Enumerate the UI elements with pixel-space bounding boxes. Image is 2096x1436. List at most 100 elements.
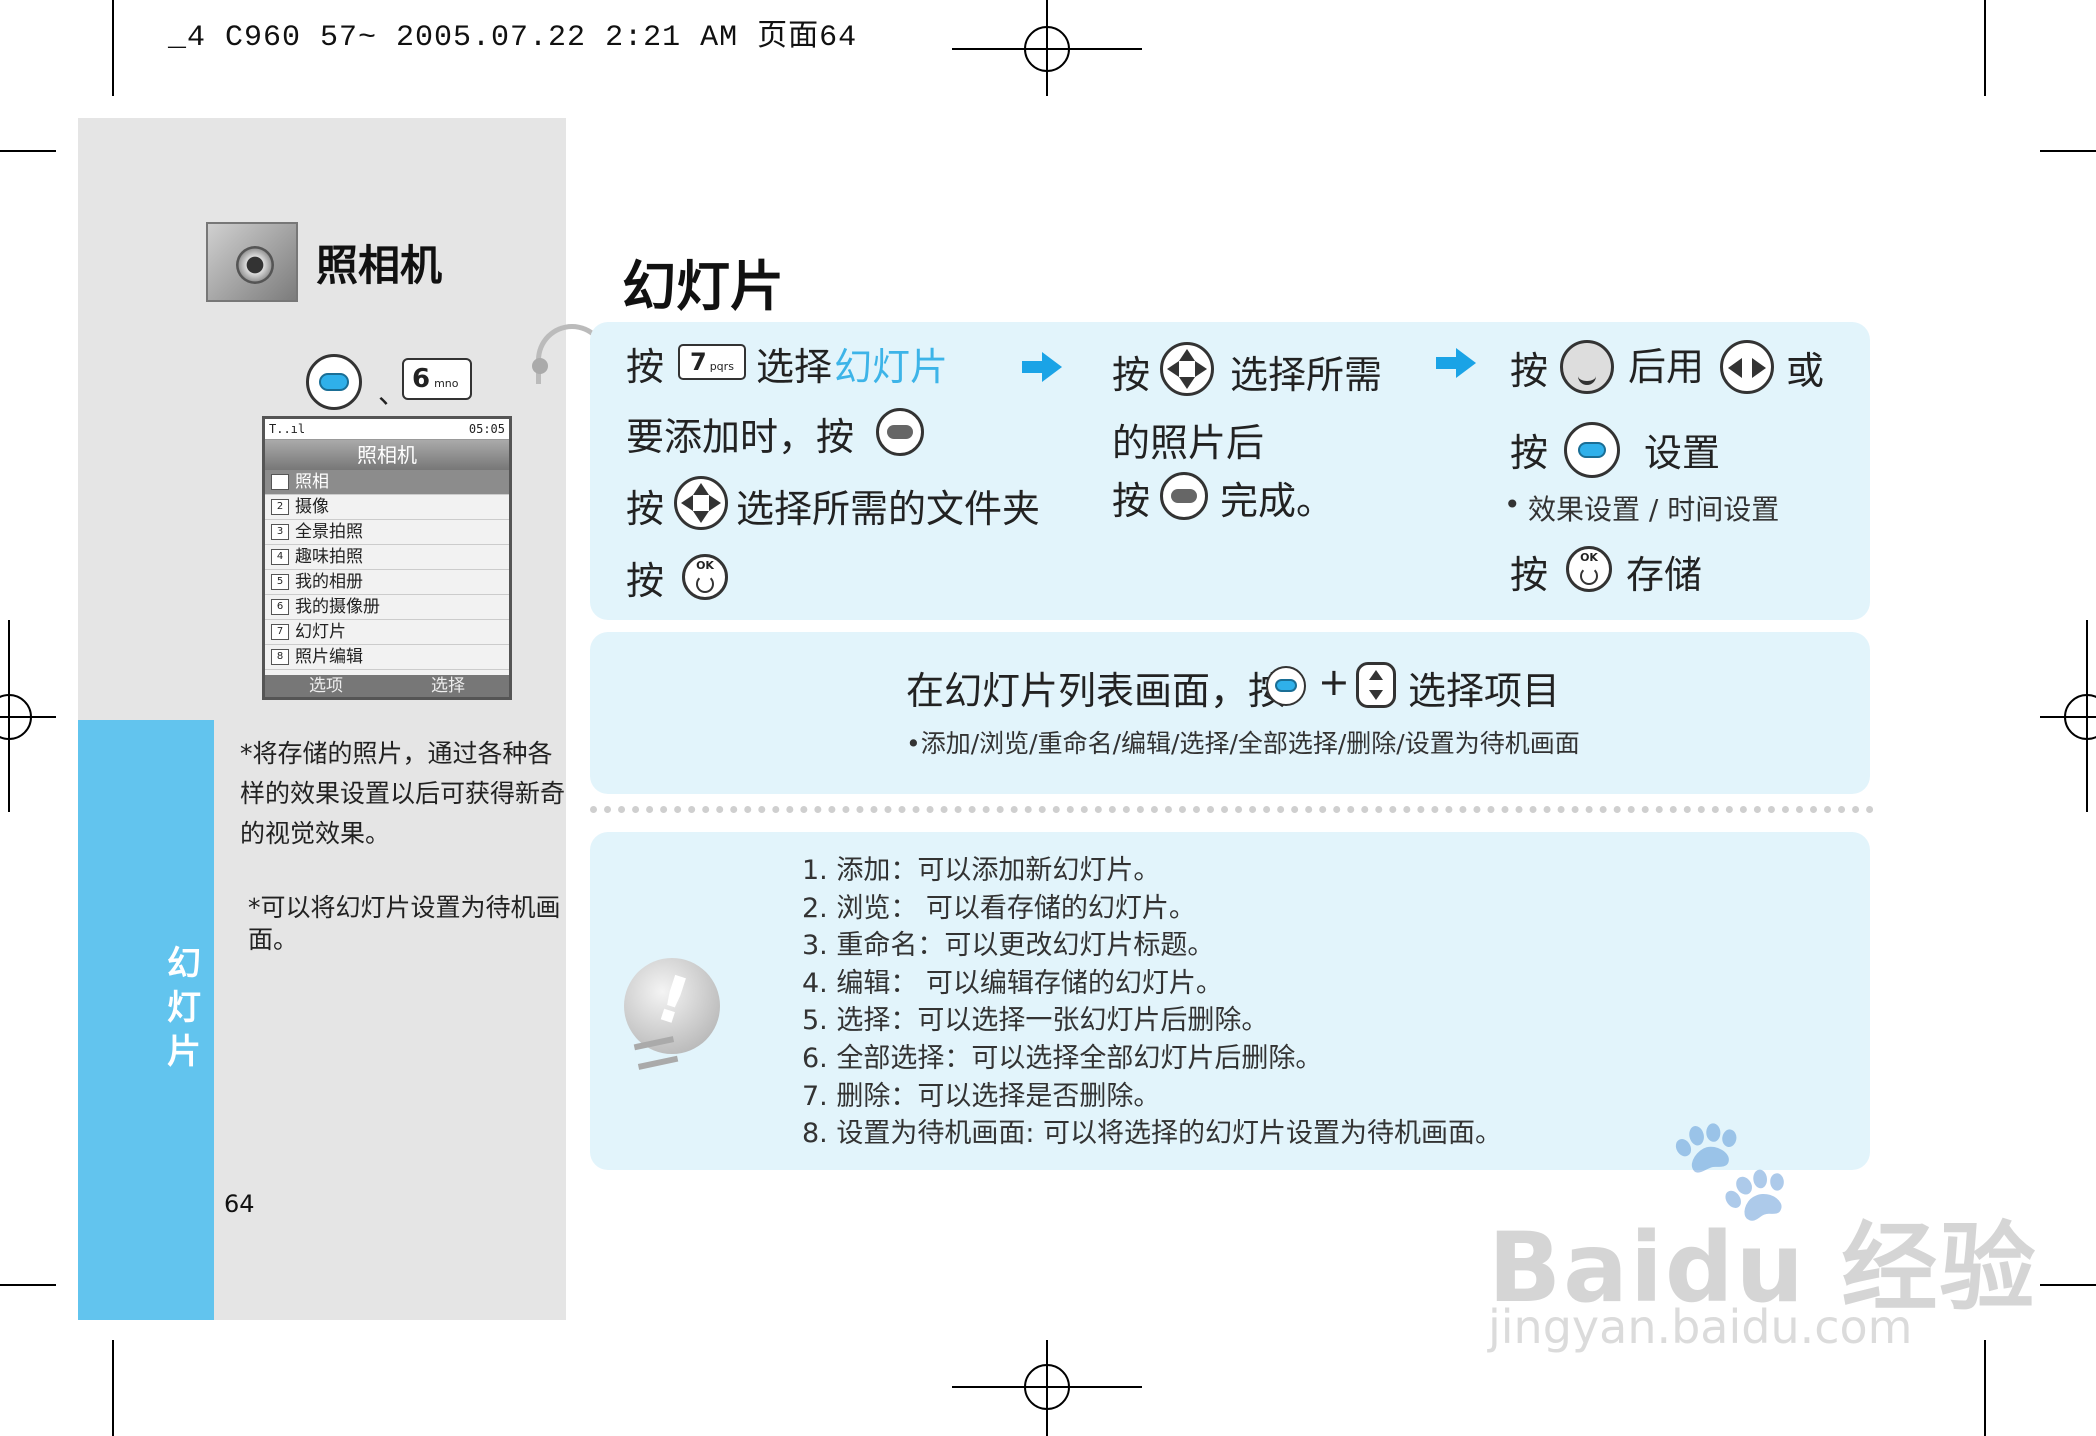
select-folder-text: 选择所需的文件夹 [736,487,1041,531]
press-text: 按 [1510,553,1549,597]
menu-item-number: 2 [271,499,289,515]
note-bullet: * [240,739,253,768]
arrow-right-icon [1022,352,1062,382]
key-6-icon: 6 mno [402,358,472,400]
print-header: _4 C960 57~ 2005.07.22 2:21 AM 页面64 [168,21,858,55]
ok-key-icon: OK [682,554,728,600]
crop-mark [2040,150,2096,152]
crop-mark [112,0,114,96]
clock: 05:05 [468,422,505,436]
registration-mark [0,694,32,740]
after-photo-text: 的照片后 [1112,421,1265,465]
list-item: 6. 全部选择：可以选择全部幻灯片后删除。 [802,1042,1323,1074]
sidebar-note: *可以将幻灯片设置为待机画面。 [248,892,566,956]
list-item: 7. 删除：可以选择是否删除。 [802,1080,1161,1112]
nav-key-icon [1160,342,1214,396]
page-title: 幻灯片 [622,255,784,318]
list-item: 4. 编辑： 可以编辑存储的幻灯片。 [802,967,1223,999]
press-text: 按 [1510,349,1549,393]
phone-screen-title: 照相机 [265,440,509,470]
menu-item-label: 照相 [295,472,329,492]
key-6-label: 6 [412,364,431,394]
menu-item[interactable]: 6 我的摄像册 [265,595,509,620]
menu-key-icon [1564,422,1620,478]
list-item: 8. 设置为待机画面: 可以将选择的幻灯片设置为待机画面。 [802,1118,1503,1150]
note-text: 将存储的照片，通过各种各样的效果设置以后可获得新奇的视觉效果。 [240,739,566,848]
menu-item[interactable]: 4 趣味拍照 [265,545,509,570]
registration-mark [1024,26,1070,72]
menu-item-label: 摄像 [295,497,329,517]
bullet: • [1504,488,1521,521]
watermark-url: jingyan.baidu.com [1488,1300,1913,1354]
select-text: 选择 [756,345,833,389]
camera-icon [206,222,298,302]
menu-item-label: 幻灯片 [295,622,346,642]
key-6-sub: mno [434,377,459,390]
list-item: 1. 添加：可以添加新幻灯片。 [802,855,1161,886]
menu-item-label: 我的相册 [295,572,363,592]
softkey-bar: 选项 选择 [265,675,509,697]
menu-key-icon [1266,666,1306,706]
menu-item-number: 7 [271,624,289,640]
key-7-sub: pqrs [709,360,734,373]
press-text: 按 [626,559,665,603]
crop-mark [1984,0,1986,96]
list-line-text: 在幻灯片列表画面，按 [906,669,1287,713]
key-7-icon: 7 pqrs [678,344,746,380]
signal-indicator: T..ıl [269,422,306,436]
softkey-left[interactable]: 选项 [309,675,343,697]
menu-item-number: 8 [271,649,289,665]
note-bullet: * [248,893,261,922]
up-down-key-icon [1356,662,1396,708]
steps-panel: 按 7 pqrs 选择 幻灯片 要添加时，按 按 选择所需的文件夹 按 OK 按 … [590,322,1870,620]
watermark: 🐾 Baidu 经验 jingyan.baidu.com [1488,1110,2035,1354]
menu-item-label: 全景拍照 [295,522,363,542]
list-item: 5. 选择：可以选择一张幻灯片后删除。 [802,1005,1269,1037]
menu-item-number: 5 [271,574,289,590]
ok-label: OK [696,559,714,572]
save-text: 存储 [1626,553,1703,597]
menu-item[interactable]: 5 我的相册 [265,570,509,595]
menu-item-number: 6 [271,599,289,615]
press-text: 按 [1510,431,1549,475]
menu-item-number: 1 [271,474,289,490]
menu-item[interactable]: 1 照相 [265,470,509,495]
complete-text: 完成。 [1220,479,1335,523]
clear-key-icon [1160,472,1208,520]
menu-item[interactable]: 2 摄像 [265,495,509,520]
plus-text: + [1318,660,1350,704]
or-text: 或 [1786,349,1825,393]
menu-item[interactable]: 3 全景拍照 [265,520,509,545]
menu-item-label: 趣味拍照 [295,547,363,567]
add-text: 要添加时，按 [626,415,855,459]
key-7-label: 7 [690,348,707,376]
crop-mark [112,1340,114,1436]
strip-title: 幻灯片 [167,944,201,1072]
crop-mark [0,1284,56,1286]
menu-item-label: 我的摄像册 [295,597,380,617]
menu-item[interactable]: 8 照片编辑 [265,645,509,670]
press-text: 按 [1112,479,1151,523]
softkey-right[interactable]: 选择 [431,675,465,697]
highlight-slideshow: 幻灯片 [834,345,949,389]
options-list: •添加/浏览/重命名/编辑/选择/全部选择/删除/设置为待机画面 [906,729,1580,758]
ok-key-icon: OK [1566,546,1612,592]
bulb-mark: ! [647,961,698,1041]
registration-mark [1024,1364,1070,1410]
arrow-right-icon [1436,348,1476,378]
down-key-icon [1560,340,1614,394]
tips-list: 1. 添加：可以添加新幻灯片。 2. 浏览： 可以看存储的幻灯片。 3. 重命名… [802,852,1502,1153]
crop-mark [1984,1340,1986,1436]
list-item: 2. 浏览： 可以看存储的幻灯片。 [802,892,1196,924]
note-text: 可以将幻灯片设置为待机画面。 [248,893,561,954]
menu-key-icon [306,354,362,410]
select-needed-text: 选择所需 [1230,353,1383,397]
left-right-key-icon [1720,340,1774,394]
dotted-divider [590,806,1874,813]
menu-item-number: 3 [271,524,289,540]
crop-mark [2040,1284,2096,1286]
phone-screen: T..ıl 05:05 照相机 1 照相 2 摄像 3 全景拍照 4 趣味拍照 5 我的相… [262,416,512,700]
menu-item[interactable]: 7 幻灯片 [265,620,509,645]
settings-subnote: 效果设置 / 时间设置 [1528,493,1780,526]
clear-key-icon [876,408,924,456]
